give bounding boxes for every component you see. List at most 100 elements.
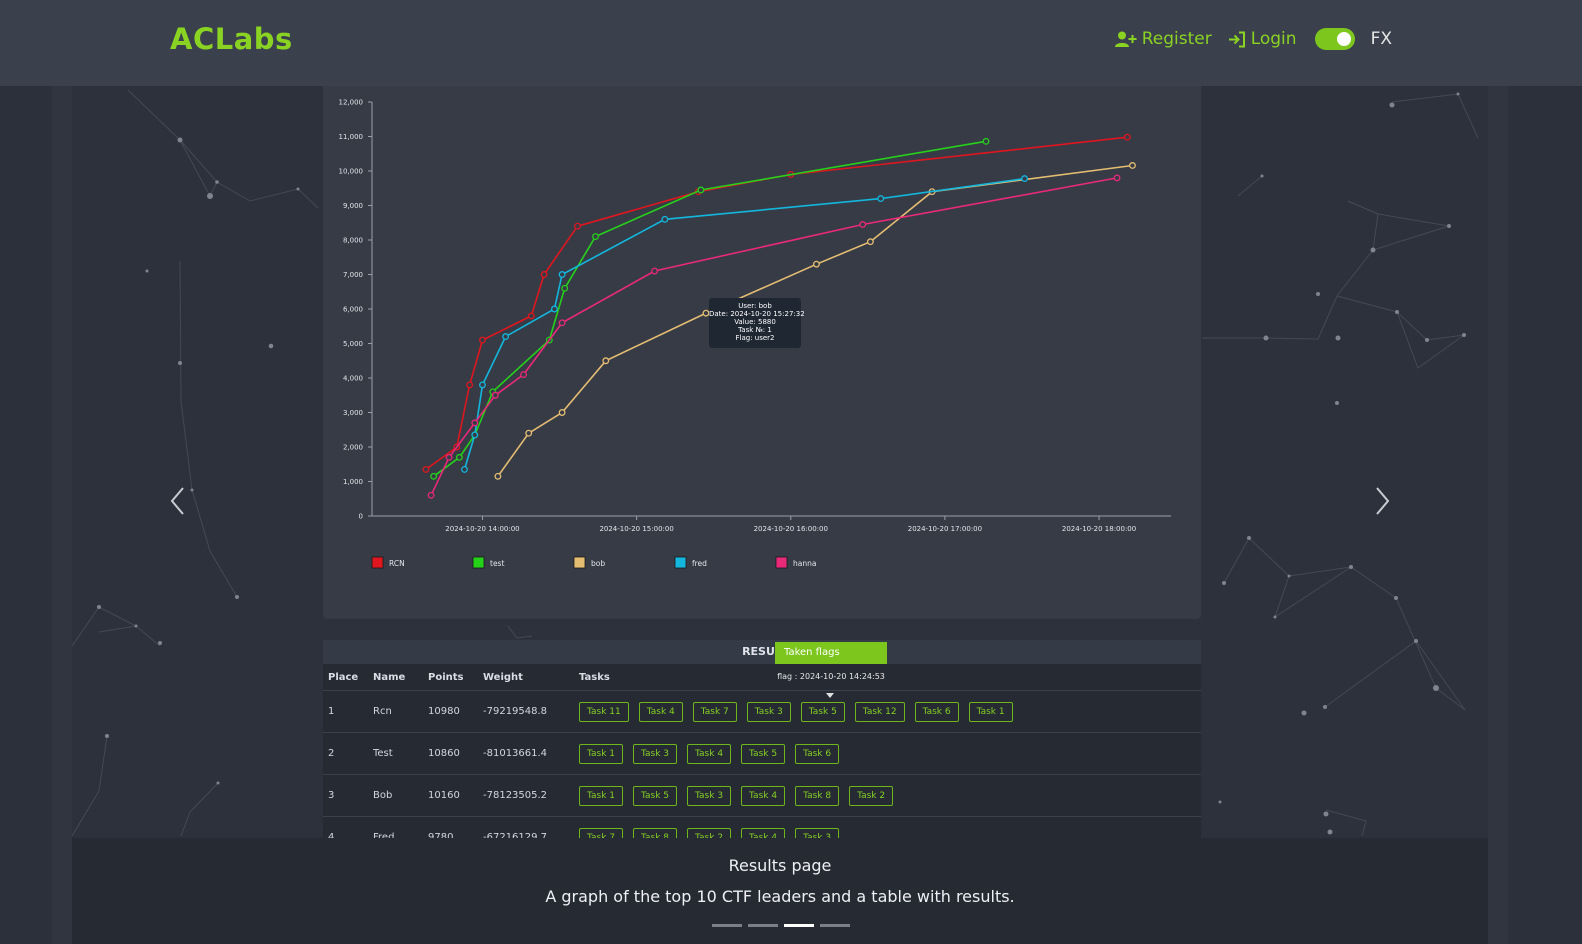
carousel-indicators: [712, 924, 850, 927]
row-place: 2: [328, 748, 335, 759]
data-point-rcn: [1123, 133, 1131, 141]
data-point-test: [697, 186, 705, 194]
data-point-fred: [550, 305, 558, 313]
carousel-indicator[interactable]: [820, 924, 850, 927]
chart-tooltip: User: bob Date: 2024-10-20 15:27:32 Valu…: [709, 298, 805, 348]
row-tasks: Task 1 Task 5 Task 3 Task 4 Task 8 Task 2: [575, 785, 1201, 806]
data-point-hanna: [471, 419, 479, 427]
y-tick-label: 3,000: [343, 409, 363, 417]
task-badge[interactable]: Task 11: [579, 701, 629, 722]
register-link[interactable]: Register: [1114, 29, 1212, 49]
y-tick-label: 4,000: [343, 375, 363, 383]
task-badge[interactable]: Task 8: [633, 827, 678, 838]
row-name: Bob: [373, 790, 393, 801]
task-badge[interactable]: Task 7: [692, 701, 737, 722]
row-name: Rcn: [373, 706, 392, 717]
data-point-bob: [866, 238, 874, 246]
task-badge[interactable]: Task 4: [638, 701, 683, 722]
tooltip-task: Task №: 1: [738, 326, 772, 334]
results-table-body: 1 Rcn 10980 -79219548.8 Task 11 Task 4 Task 7T…: [323, 691, 1201, 838]
task-badge[interactable]: Task 2: [849, 785, 894, 806]
legend-label: bob: [591, 559, 605, 568]
row-place: 1: [328, 706, 335, 717]
row-name: Test: [373, 748, 393, 759]
taken-flags-popover-title: Taken flags: [775, 642, 887, 664]
data-point-fred: [479, 381, 486, 389]
task-badge[interactable]: Task 5: [800, 701, 845, 722]
data-point-rcn: [466, 381, 474, 389]
data-point-rcn: [422, 465, 430, 473]
data-point-fred: [661, 215, 669, 223]
carousel-indicator[interactable]: [748, 924, 778, 927]
carousel-caption: Results page A graph of the top 10 CTF l…: [72, 838, 1488, 944]
y-tick-label: 9,000: [343, 202, 363, 210]
register-label: Register: [1141, 29, 1212, 49]
data-point-rcn: [574, 222, 581, 230]
task-badge[interactable]: Task 3: [746, 701, 791, 722]
series-line-bob: [497, 164, 1133, 477]
table-row: 3 Bob 10160 -78123505.2 Task 1 Task 5 Task 3 Ta…: [323, 775, 1201, 817]
task-badge[interactable]: Task 6: [914, 701, 959, 722]
data-point-test: [561, 284, 569, 292]
row-points: 10860: [428, 748, 460, 759]
task-badge[interactable]: Task 1: [968, 701, 1013, 722]
y-tick-label: 11,000: [339, 133, 364, 141]
data-point-fred: [877, 195, 885, 203]
task-badge[interactable]: Task 3: [687, 785, 732, 806]
task-badge[interactable]: Task 4: [741, 827, 786, 838]
task-badge[interactable]: Task 5: [633, 785, 678, 806]
column-header-weight[interactable]: Weight: [483, 672, 575, 683]
top-navbar: ACLabs Register Login FX: [0, 0, 1582, 86]
data-point-bob: [558, 409, 566, 416]
task-badge[interactable]: Task 2: [687, 827, 732, 838]
task-badge[interactable]: Task 4: [741, 785, 786, 806]
fx-toggle[interactable]: [1314, 28, 1355, 50]
task-badge[interactable]: Task 5: [741, 743, 786, 764]
task-badge[interactable]: Task 7: [579, 827, 624, 838]
column-header-tasks[interactable]: Tasks: [575, 672, 1201, 683]
y-tick-label: 10,000: [339, 168, 364, 176]
results-panel: RESUL Taken flags flag : 2024-10-20 14:2…: [323, 640, 1201, 838]
tooltip-flag: Flag: user2: [735, 334, 775, 342]
data-point-bob: [1129, 162, 1136, 169]
task-badge[interactable]: Task 8: [795, 785, 840, 806]
legend-swatch: [775, 556, 788, 569]
site-logo[interactable]: ACLabs: [170, 22, 293, 56]
carousel-indicator[interactable]: [712, 924, 742, 927]
task-badge[interactable]: Task 6: [795, 743, 840, 764]
carousel-indicator[interactable]: [784, 924, 814, 927]
data-point-fred: [471, 431, 479, 439]
task-badge[interactable]: Task 3: [633, 743, 678, 764]
legend-label: RCN: [389, 559, 405, 568]
data-point-bob: [525, 429, 533, 437]
legend-swatch: [472, 556, 485, 569]
data-point-rcn: [479, 336, 486, 344]
x-tick-label: 2024-10-20 15:00:00: [599, 525, 673, 533]
carousel-prev-button[interactable]: [168, 486, 188, 516]
login-link[interactable]: Login: [1228, 29, 1297, 49]
task-badge[interactable]: Task 1: [579, 743, 624, 764]
tooltip-user: User: bob: [738, 302, 772, 310]
row-weight: -79219548.8: [483, 706, 548, 717]
task-badge[interactable]: Task 1: [579, 785, 624, 806]
fx-toggle-knob: [1336, 32, 1351, 46]
column-header-place[interactable]: Place: [323, 672, 373, 683]
column-header-name[interactable]: Name: [373, 672, 428, 683]
data-point-hanna: [651, 267, 659, 275]
results-table: Place Name Points Weight Tasks 1 Rcn 10980…: [323, 664, 1201, 838]
task-badge[interactable]: Task 3: [795, 827, 840, 838]
table-row: 1 Rcn 10980 -79219548.8 Task 11 Task 4 Task 7T…: [323, 691, 1201, 733]
data-point-fred: [502, 333, 510, 341]
column-header-points[interactable]: Points: [428, 672, 483, 683]
carousel-next-button[interactable]: [1372, 486, 1392, 516]
table-row: 2 Test 10860 -81013661.4 Task 1 Task 3 Task 4T…: [323, 733, 1201, 775]
data-point-hanna: [491, 391, 499, 399]
login-label: Login: [1250, 29, 1297, 49]
task-badge[interactable]: Task 4: [687, 743, 732, 764]
task-badge[interactable]: Task 12: [854, 701, 905, 722]
y-tick-label: 7,000: [343, 271, 363, 279]
data-point-hanna: [859, 221, 867, 228]
x-tick-label: 2024-10-20 17:00:00: [908, 525, 982, 533]
legend-swatch: [371, 556, 384, 569]
data-point-test: [982, 137, 990, 145]
